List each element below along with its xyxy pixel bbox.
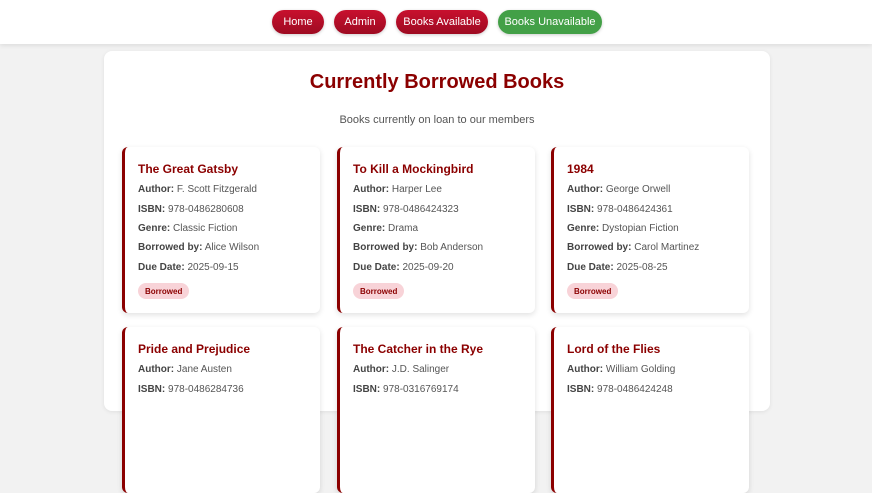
book-title: The Catcher in the Rye (353, 342, 484, 356)
nav-admin-button[interactable]: Admin (334, 10, 386, 34)
author-label: Author: (353, 184, 390, 195)
author-value: F. Scott Fitzgerald (176, 184, 257, 195)
book-card: 1984 Author: George Orwell ISBN: 978-048… (551, 147, 749, 313)
book-genre: Genre: Classic Fiction (138, 223, 237, 234)
book-author: Author: Harper Lee (353, 184, 442, 195)
isbn-value: 978-0486284736 (168, 384, 244, 395)
isbn-value: 978-0486424248 (597, 384, 673, 395)
page-title: Currently Borrowed Books (309, 71, 565, 93)
book-isbn: ISBN: 978-0486424248 (567, 384, 673, 395)
genre-value: Classic Fiction (173, 223, 238, 234)
genre-label: Genre: (138, 223, 171, 234)
author-label: Author: (567, 364, 604, 375)
book-card: The Great Gatsby Author: F. Scott Fitzge… (122, 147, 320, 313)
book-card: Pride and Prejudice Author: Jane Austen … (122, 327, 320, 493)
due-date-label: Due Date: (138, 262, 185, 273)
isbn-label: ISBN: (138, 204, 166, 215)
book-borrower: Borrowed by: Alice Wilson (138, 242, 259, 253)
borrowed-by-value: Carol Martinez (634, 242, 700, 253)
book-due-date: Due Date: 2025-09-15 (138, 262, 239, 273)
main-panel: Currently Borrowed Books Books currently… (104, 51, 770, 493)
due-date-value: 2025-08-25 (616, 262, 668, 273)
book-due-date: Due Date: 2025-08-25 (567, 262, 668, 273)
book-author: Author: William Golding (567, 364, 675, 375)
book-title: Pride and Prejudice (138, 342, 251, 356)
book-isbn: ISBN: 978-0316769174 (353, 384, 459, 395)
book-card: Lord of the Flies Author: William Goldin… (551, 327, 749, 493)
book-title: 1984 (567, 162, 594, 176)
isbn-value: 978-0316769174 (383, 384, 459, 395)
status-badge: Borrowed (567, 283, 619, 299)
author-value: George Orwell (605, 184, 671, 195)
isbn-label: ISBN: (567, 204, 595, 215)
due-date-label: Due Date: (353, 262, 400, 273)
status-badge: Borrowed (353, 283, 405, 299)
due-date-label: Due Date: (567, 262, 614, 273)
isbn-value: 978-0486280608 (168, 204, 244, 215)
isbn-label: ISBN: (353, 384, 381, 395)
book-isbn: ISBN: 978-0486280608 (138, 204, 244, 215)
status-badge: Borrowed (138, 283, 190, 299)
nav-books-available-button[interactable]: Books Available (396, 10, 488, 34)
book-title: To Kill a Mockingbird (353, 162, 474, 176)
borrowed-by-label: Borrowed by: (138, 242, 203, 253)
book-title: Lord of the Flies (567, 342, 661, 356)
book-author: Author: George Orwell (567, 184, 670, 195)
book-isbn: ISBN: 978-0486284736 (138, 384, 244, 395)
book-card: The Catcher in the Rye Author: J.D. Sali… (337, 327, 535, 493)
author-value: J.D. Salinger (391, 364, 450, 375)
book-title: The Great Gatsby (138, 162, 239, 176)
navbar: Home Admin Books Available Books Unavail… (0, 0, 872, 44)
nav-books-unavailable-button[interactable]: Books Unavailable (498, 10, 602, 34)
due-date-value: 2025-09-15 (187, 262, 239, 273)
author-label: Author: (138, 184, 175, 195)
book-borrower: Borrowed by: Bob Anderson (353, 242, 483, 253)
book-isbn: ISBN: 978-0486424361 (567, 204, 673, 215)
author-label: Author: (353, 364, 390, 375)
genre-label: Genre: (353, 223, 386, 234)
book-due-date: Due Date: 2025-09-20 (353, 262, 454, 273)
book-genre: Genre: Drama (353, 223, 418, 234)
book-isbn: ISBN: 978-0486424323 (353, 204, 459, 215)
genre-value: Dystopian Fiction (602, 223, 679, 234)
due-date-value: 2025-09-20 (402, 262, 454, 273)
author-value: William Golding (605, 364, 676, 375)
book-author: Author: Jane Austen (138, 364, 232, 375)
author-label: Author: (567, 184, 604, 195)
borrowed-by-label: Borrowed by: (353, 242, 418, 253)
author-value: Jane Austen (176, 364, 232, 375)
genre-value: Drama (388, 223, 419, 234)
nav-home-button[interactable]: Home (272, 10, 324, 34)
book-genre: Genre: Dystopian Fiction (567, 223, 679, 234)
isbn-label: ISBN: (138, 384, 166, 395)
genre-label: Genre: (567, 223, 600, 234)
borrowed-by-value: Alice Wilson (204, 242, 260, 253)
book-author: Author: F. Scott Fitzgerald (138, 184, 257, 195)
book-author: Author: J.D. Salinger (353, 364, 449, 375)
isbn-value: 978-0486424361 (597, 204, 673, 215)
isbn-value: 978-0486424323 (383, 204, 459, 215)
page-subtitle: Books currently on loan to our members (339, 114, 535, 126)
borrowed-by-label: Borrowed by: (567, 242, 632, 253)
book-card: To Kill a Mockingbird Author: Harper Lee… (337, 147, 535, 313)
isbn-label: ISBN: (353, 204, 381, 215)
borrowed-by-value: Bob Anderson (420, 242, 484, 253)
author-value: Harper Lee (391, 184, 442, 195)
isbn-label: ISBN: (567, 384, 595, 395)
author-label: Author: (138, 364, 175, 375)
book-borrower: Borrowed by: Carol Martinez (567, 242, 699, 253)
